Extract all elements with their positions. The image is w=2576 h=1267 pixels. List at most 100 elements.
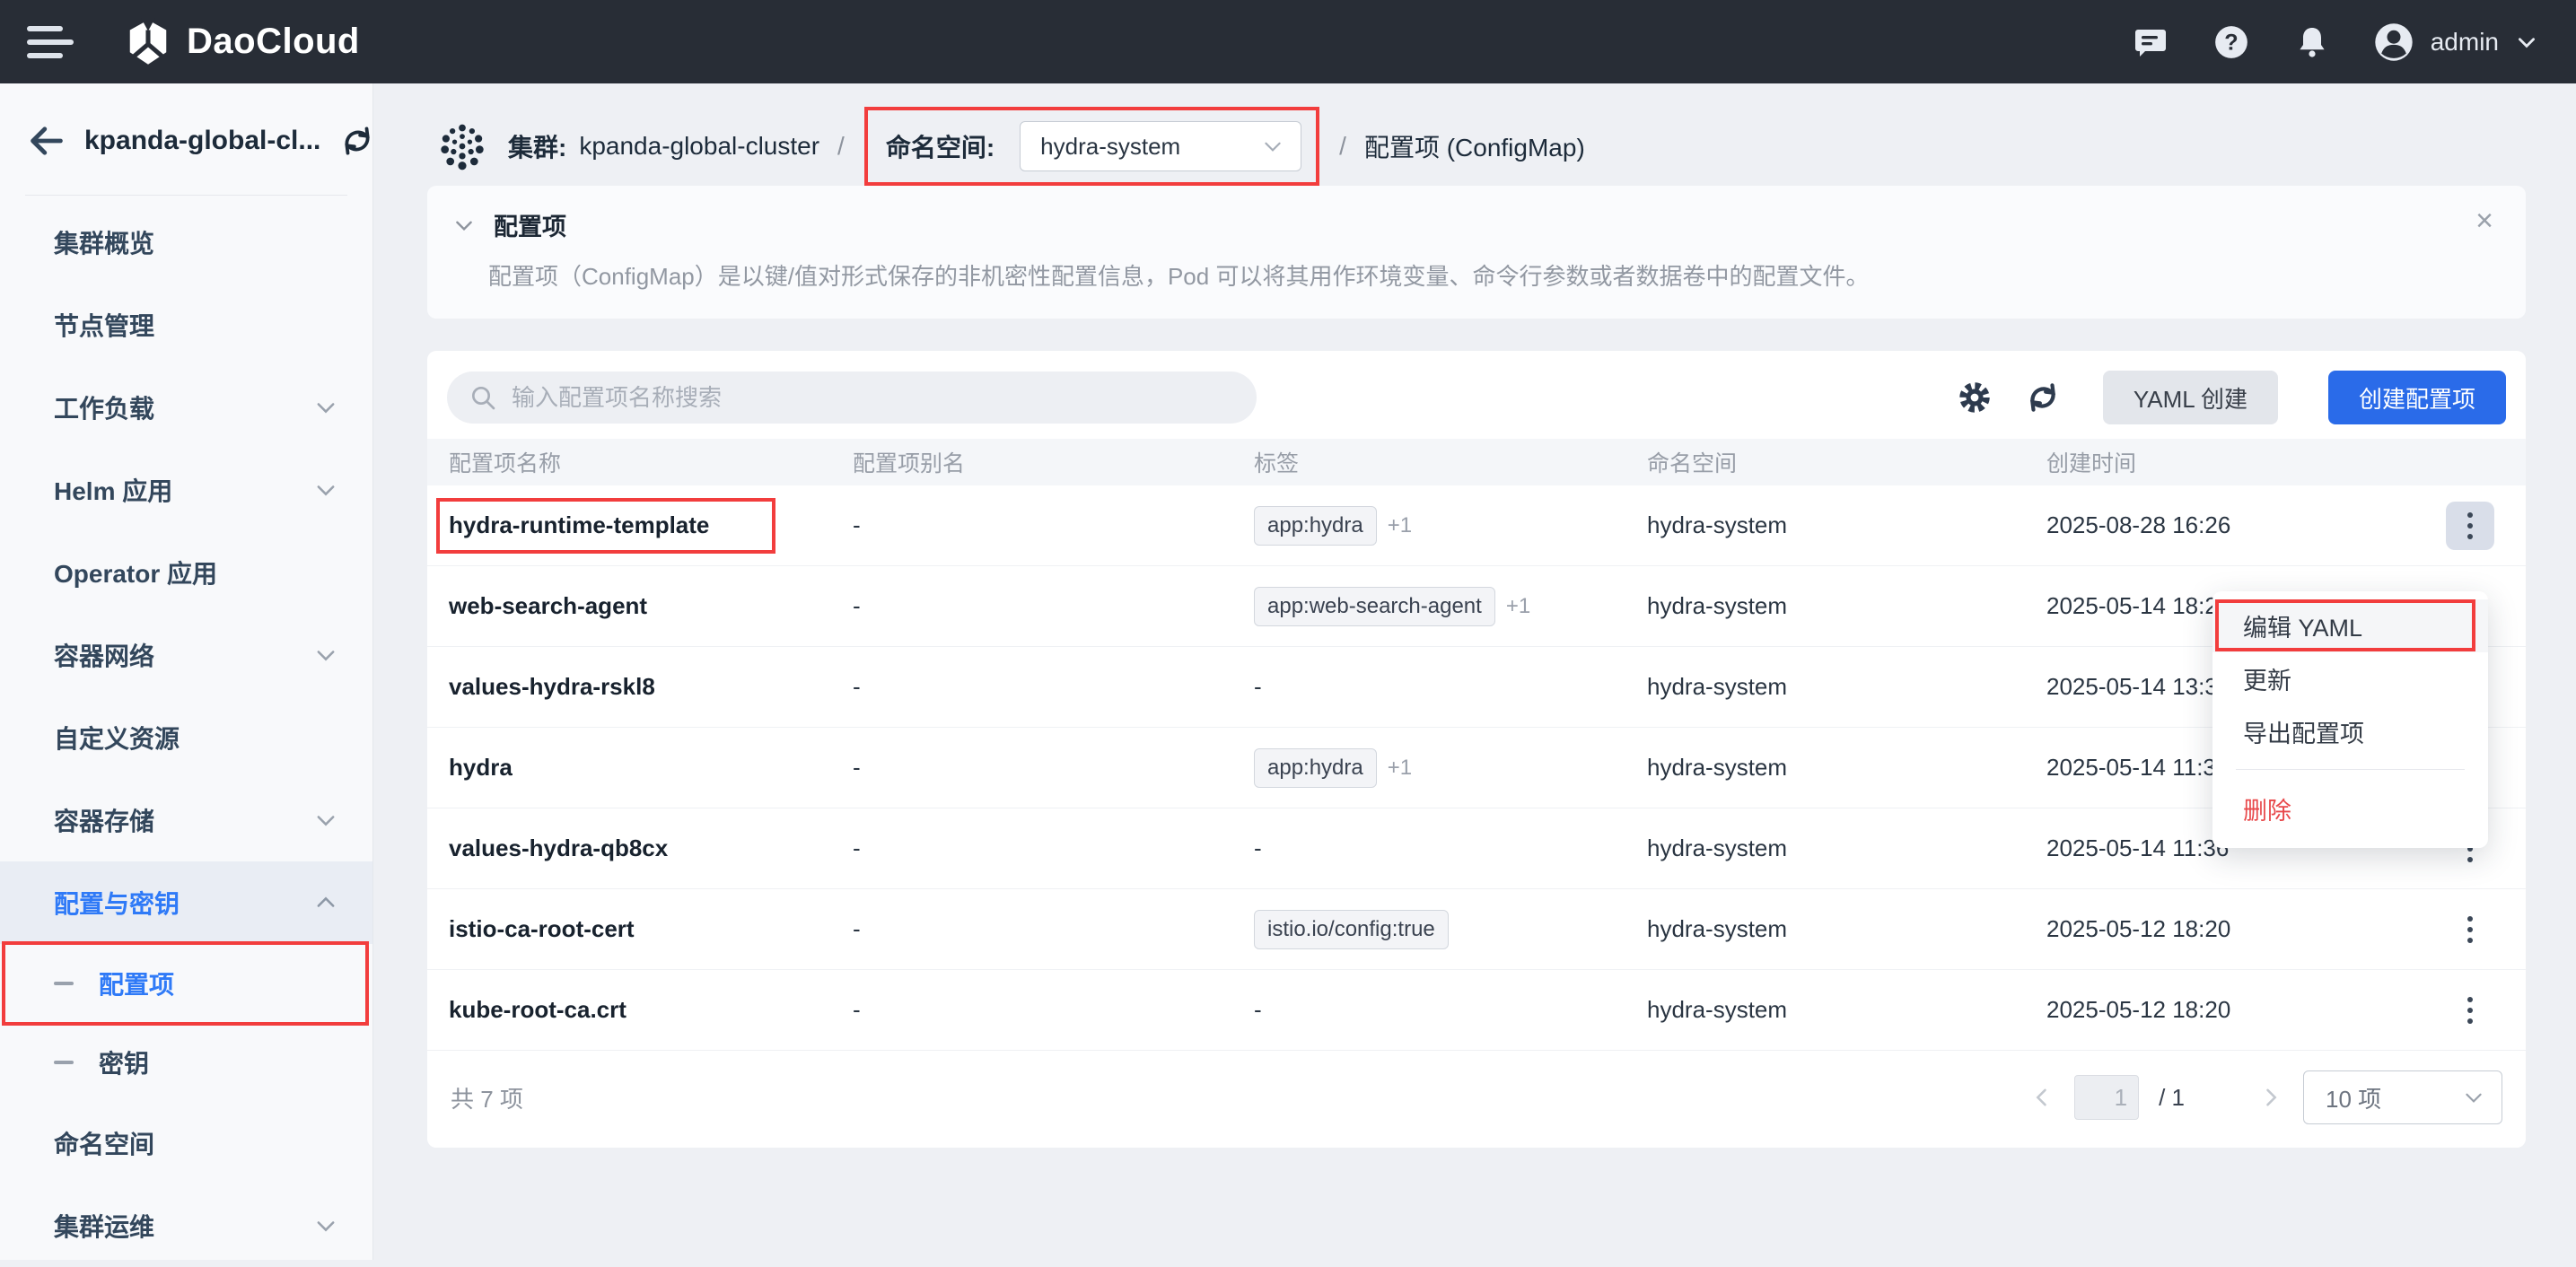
configmap-name-link[interactable]: hydra [449, 754, 513, 781]
label-chip: app:web-search-agent [1254, 587, 1495, 626]
sidebar-item-secrets[interactable]: 密钥 [0, 1023, 372, 1102]
table-row: web-search-agent - app:web-search-agent+… [427, 566, 2526, 647]
column-header-namespace: 命名空间 [1625, 446, 2025, 478]
column-header-labels: 标签 [1232, 446, 1625, 478]
message-icon[interactable] [2131, 22, 2170, 62]
refresh-icon[interactable] [2022, 377, 2063, 418]
table-row: kube-root-ca.crt - - hydra-system 2025-0… [427, 970, 2526, 1051]
menu-item-edit-yaml[interactable]: 编辑 YAML [2212, 599, 2488, 652]
user-chevron-down-icon [2515, 31, 2538, 54]
sidebar-item-namespaces[interactable]: 命名空间 [0, 1102, 372, 1184]
back-arrow-icon[interactable] [27, 121, 66, 161]
next-page-icon[interactable] [2258, 1085, 2283, 1110]
sidebar-item-operator-apps[interactable]: Operator 应用 [0, 531, 372, 614]
table-footer: 共 7 项 1 / 1 10 项 [427, 1051, 2526, 1144]
switch-cluster-icon[interactable] [338, 122, 376, 160]
page-size-select[interactable]: 10 项 [2303, 1070, 2502, 1124]
sidebar-item-container-storage[interactable]: 容器存储 [0, 779, 372, 861]
breadcrumb-cluster-label: 集群: [508, 128, 566, 164]
label-more-count[interactable]: +1 [1388, 756, 1412, 780]
chevron-down-icon [313, 477, 338, 502]
row-actions-kebab-icon[interactable] [2446, 986, 2494, 1035]
notification-bell-icon[interactable] [2292, 22, 2332, 62]
table-row: istio-ca-root-cert - istio.io/config:tru… [427, 889, 2526, 970]
configmap-name-link[interactable]: hydra-runtime-template [449, 511, 709, 538]
chevron-down-icon [313, 1213, 338, 1238]
sidebar-item-container-network[interactable]: 容器网络 [0, 614, 372, 696]
info-banner: 配置项 配置项（ConfigMap）是以键/值对形式保存的非机密性配置信息，Po… [427, 186, 2526, 319]
column-header-created: 创建时间 [2025, 446, 2424, 478]
configmap-name-link[interactable]: web-search-agent [449, 592, 647, 619]
chevron-down-icon [2462, 1086, 2485, 1109]
menu-item-update[interactable]: 更新 [2212, 652, 2488, 705]
sidebar-item-config-and-secrets[interactable]: 配置与密钥 [0, 861, 372, 944]
collapse-chevron-icon[interactable] [452, 214, 476, 237]
label-chip: istio.io/config:true [1254, 910, 1449, 949]
label-chip: app:hydra [1254, 748, 1377, 788]
table-row: hydra-runtime-template - app:hydra+1 hyd… [427, 485, 2526, 566]
row-context-menu: 编辑 YAML 更新 导出配置项 删除 [2212, 591, 2488, 848]
chevron-down-icon [313, 642, 338, 668]
svg-text:?: ? [2224, 30, 2238, 55]
column-header-alias: 配置项别名 [831, 446, 1232, 478]
banner-description: 配置项（ConfigMap）是以键/值对形式保存的非机密性配置信息，Pod 可以… [488, 258, 2493, 292]
chevron-down-icon [1261, 135, 1284, 158]
menu-item-delete[interactable]: 删除 [2212, 782, 2488, 835]
brand-logo: DaoCloud [124, 18, 360, 66]
total-count: 共 7 项 [451, 1081, 523, 1114]
sidebar-divider [25, 195, 347, 196]
label-more-count[interactable]: +1 [1506, 594, 1530, 618]
help-icon[interactable]: ? [2212, 22, 2251, 62]
sidebar-item-node-management[interactable]: 节点管理 [0, 284, 372, 366]
banner-title: 配置项 [494, 207, 566, 242]
namespace-select-value: hydra-system [1040, 133, 1180, 161]
configmap-name-link[interactable]: istio-ca-root-cert [449, 915, 635, 942]
search-input[interactable] [512, 384, 1194, 412]
submenu-dash-icon [54, 1061, 74, 1064]
chevron-down-icon [313, 395, 338, 420]
configmap-name-link[interactable]: values-hydra-rskl8 [449, 673, 655, 700]
breadcrumb-cluster-value[interactable]: kpanda-global-cluster [579, 132, 819, 161]
table-row: hydra - app:hydra+1 hydra-system 2025-05… [427, 728, 2526, 808]
search-box[interactable] [447, 371, 1257, 424]
sidebar-item-custom-resources[interactable]: 自定义资源 [0, 696, 372, 779]
yaml-create-button[interactable]: YAML 创建 [2103, 371, 2278, 424]
label-chip: app:hydra [1254, 506, 1377, 546]
prev-page-icon[interactable] [2029, 1085, 2055, 1110]
breadcrumb-namespace-label: 命名空间: [886, 128, 994, 164]
cluster-name[interactable]: kpanda-global-cl... [84, 126, 320, 156]
menu-divider [2236, 769, 2465, 770]
table-header: 配置项名称 配置项别名 标签 命名空间 创建时间 [427, 439, 2526, 485]
configmap-name-link[interactable]: kube-root-ca.crt [449, 996, 626, 1023]
menu-item-export-configmap[interactable]: 导出配置项 [2212, 705, 2488, 758]
chevron-up-icon [313, 890, 338, 915]
username: admin [2431, 28, 2499, 57]
user-menu[interactable]: admin [2373, 22, 2538, 63]
avatar [2373, 22, 2414, 63]
sidebar: kpanda-global-cl... 集群概览 节点管理 工作负载 Helm … [0, 83, 373, 1260]
create-configmap-button[interactable]: 创建配置项 [2328, 371, 2506, 424]
annotation-red-box-namespace: 命名空间: hydra-system [864, 107, 1319, 186]
row-actions-kebab-icon[interactable] [2446, 502, 2494, 550]
column-header-name: 配置项名称 [427, 446, 831, 478]
table-row: values-hydra-rskl8 - - hydra-system 2025… [427, 647, 2526, 728]
row-actions-kebab-icon[interactable] [2446, 905, 2494, 954]
sidebar-item-workloads[interactable]: 工作负载 [0, 366, 372, 449]
sidebar-item-helm-apps[interactable]: Helm 应用 [0, 449, 372, 531]
current-page-input[interactable]: 1 [2074, 1075, 2139, 1120]
close-icon[interactable]: × [2475, 205, 2493, 236]
hamburger-menu-icon[interactable] [27, 13, 84, 71]
label-more-count[interactable]: +1 [1388, 513, 1412, 537]
submenu-dash-icon [54, 982, 74, 985]
cluster-dots-icon [436, 120, 488, 172]
sidebar-item-configmaps[interactable]: 配置项 [0, 944, 372, 1023]
breadcrumb-separator: / [837, 132, 845, 161]
configmap-name-link[interactable]: values-hydra-qb8cx [449, 834, 668, 861]
namespace-select[interactable]: hydra-system [1020, 121, 1301, 171]
chevron-down-icon [313, 808, 338, 833]
brand-name: DaoCloud [187, 22, 360, 62]
sidebar-item-cluster-ops[interactable]: 集群运维 [0, 1184, 372, 1267]
sidebar-item-cluster-overview[interactable]: 集群概览 [0, 201, 372, 284]
page-size-value: 10 项 [2326, 1081, 2381, 1114]
gear-icon[interactable] [1954, 377, 1995, 418]
